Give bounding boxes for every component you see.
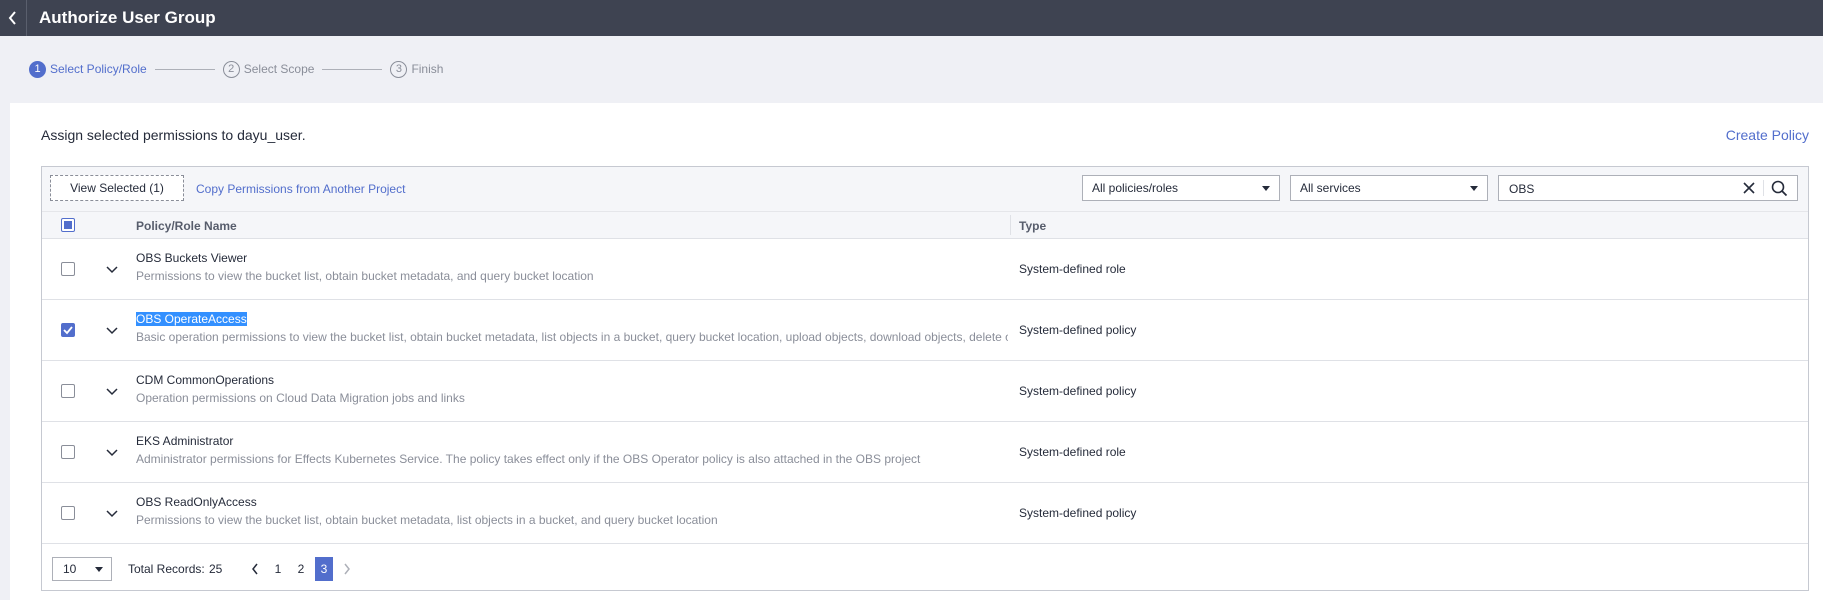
main-panel: Assign selected permissions to dayu_user…	[10, 103, 1823, 600]
row-checkbox[interactable]	[61, 262, 75, 276]
service-value: All services	[1300, 181, 1361, 195]
view-selected-button[interactable]: View Selected (1)	[50, 175, 184, 201]
chevron-down-icon[interactable]	[106, 263, 118, 275]
close-icon[interactable]	[1741, 180, 1757, 196]
assign-description: Assign selected permissions to dayu_user…	[41, 127, 306, 143]
policy-type: System-defined role	[1019, 262, 1126, 276]
step-number: 3	[390, 60, 408, 78]
step-select-scope: 2 Select Scope	[222, 60, 315, 78]
table-row: OBS Buckets Viewer Permissions to view t…	[42, 239, 1808, 300]
column-header-type: Type	[1019, 219, 1047, 233]
page-button-3[interactable]: 3	[315, 557, 333, 581]
page-button-2[interactable]: 2	[292, 557, 310, 581]
next-page-button[interactable]	[338, 557, 356, 581]
checkmark-icon	[63, 326, 73, 335]
policy-type: System-defined policy	[1019, 506, 1137, 520]
step-label: Select Policy/Role	[50, 62, 147, 76]
search-input[interactable]	[1499, 176, 1731, 202]
row-checkbox[interactable]	[61, 384, 75, 398]
chevron-down-icon[interactable]	[106, 385, 118, 397]
table-row: CDM CommonOperations Operation permissio…	[42, 361, 1808, 422]
policy-description: Administrator permissions for Effects Ku…	[136, 452, 921, 466]
step-label: Select Scope	[243, 62, 315, 76]
policy-description: Operation permissions on Cloud Data Migr…	[136, 391, 465, 405]
total-records-label: Total Records:	[128, 562, 205, 576]
search-box	[1498, 175, 1798, 202]
top-bar: Authorize User Group	[0, 0, 1823, 36]
policy-type: System-defined policy	[1019, 323, 1137, 337]
table-toolbar: View Selected (1) Copy Permissions from …	[42, 167, 1808, 211]
policy-name: OBS Buckets Viewer	[136, 251, 248, 265]
caret-down-icon	[95, 567, 103, 572]
step-connector	[154, 68, 215, 70]
table-header: Policy/Role Name Type	[42, 211, 1808, 239]
caret-down-icon	[1470, 186, 1478, 191]
step-select-policy: 1 Select Policy/Role	[29, 60, 147, 78]
policy-type-select[interactable]: All policies/roles	[1082, 175, 1280, 201]
step-finish: 3 Finish	[390, 60, 444, 78]
policy-name: OBS OperateAccess	[136, 312, 247, 326]
step-number: 2	[222, 60, 240, 78]
page-title: Authorize User Group	[39, 8, 216, 27]
pagination: 1 2 3	[246, 557, 361, 581]
chevron-down-icon[interactable]	[106, 507, 118, 519]
service-select[interactable]: All services	[1290, 175, 1488, 201]
row-checkbox[interactable]	[61, 506, 75, 520]
back-button[interactable]	[0, 0, 27, 36]
column-header-name: Policy/Role Name	[136, 219, 237, 233]
total-records-count: 25	[209, 562, 223, 576]
search-divider	[1763, 180, 1764, 196]
copy-permissions-link[interactable]: Copy Permissions from Another Project	[196, 182, 405, 196]
page-size-value: 10	[63, 562, 77, 576]
policy-name: EKS Administrator	[136, 434, 234, 448]
table-row: EKS Administrator Administrator permissi…	[42, 422, 1808, 483]
caret-down-icon	[1262, 186, 1270, 191]
column-divider	[1010, 215, 1011, 235]
policy-type: System-defined policy	[1019, 384, 1137, 398]
policy-name: OBS ReadOnlyAccess	[136, 495, 257, 509]
chevron-left-icon	[252, 563, 258, 575]
select-all-checkbox[interactable]	[61, 218, 75, 232]
policy-description: Permissions to view the bucket list, obt…	[136, 513, 718, 527]
table-row: OBS OperateAccess Basic operation permis…	[42, 300, 1808, 361]
policy-type: System-defined role	[1019, 445, 1126, 459]
chevron-left-icon	[8, 11, 16, 25]
create-policy-link[interactable]: Create Policy	[1726, 127, 1809, 143]
policy-name: CDM CommonOperations	[136, 373, 275, 387]
chevron-right-icon	[344, 563, 350, 575]
step-number: 1	[29, 60, 46, 78]
table-row: OBS ReadOnlyAccess Permissions to view t…	[42, 483, 1808, 544]
search-icon[interactable]	[1771, 180, 1788, 197]
row-checkbox[interactable]	[61, 445, 75, 459]
step-connector	[322, 68, 383, 70]
table-footer: 10 Total Records: 25 1 2 3	[42, 545, 1808, 591]
policy-type-value: All policies/roles	[1092, 181, 1179, 195]
step-indicator: 1 Select Policy/Role 2 Select Scope 3 Fi…	[29, 59, 443, 79]
policy-table: View Selected (1) Copy Permissions from …	[41, 166, 1809, 591]
page-size-select[interactable]: 10	[52, 557, 112, 581]
chevron-down-icon[interactable]	[106, 324, 118, 336]
step-label: Finish	[411, 62, 444, 76]
page-button-1[interactable]: 1	[269, 557, 287, 581]
policy-description: Permissions to view the bucket list, obt…	[136, 269, 594, 283]
row-checkbox[interactable]	[61, 323, 75, 337]
policy-description: Basic operation permissions to view the …	[136, 330, 1008, 344]
prev-page-button[interactable]	[246, 557, 264, 581]
chevron-down-icon[interactable]	[106, 446, 118, 458]
